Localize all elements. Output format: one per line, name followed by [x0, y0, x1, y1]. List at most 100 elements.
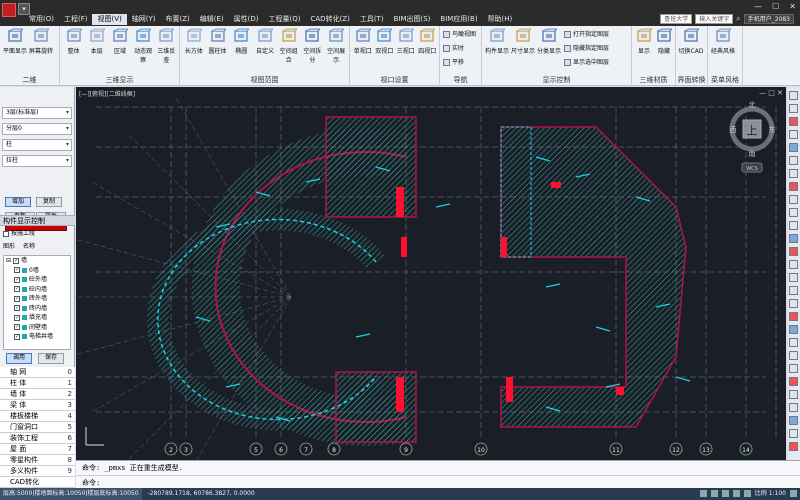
right-tool-icon[interactable]	[789, 234, 798, 243]
ribbon-button[interactable]: 构件显示	[484, 28, 510, 55]
search-icon[interactable]: ⌕	[736, 14, 740, 24]
project-checkbox-row[interactable]: 按施工段	[3, 228, 35, 237]
tree-checkbox[interactable]	[14, 275, 20, 284]
ribbon-button[interactable]: 椭圆	[229, 28, 253, 55]
ribbon-button[interactable]: 屏幕旋转	[28, 28, 54, 55]
component-type-select[interactable]: 柱	[2, 139, 72, 151]
ribbon-button[interactable]: 单视口	[352, 28, 374, 55]
tree-checkbox[interactable]	[14, 322, 20, 332]
category-item[interactable]: 梁 体 3	[0, 400, 75, 411]
command-input[interactable]: 命令:	[76, 475, 800, 489]
tree-item[interactable]: 0墙	[4, 265, 70, 276]
right-tool-icon[interactable]	[789, 91, 798, 100]
snap-icon[interactable]	[699, 490, 707, 497]
tree-item[interactable]: 砼外墙	[4, 275, 70, 285]
viewport-controls[interactable]: — □ ✕	[759, 89, 783, 97]
menu-item[interactable]: 视图(V)	[92, 14, 127, 25]
tree-item[interactable]: 砖外墙	[4, 294, 70, 304]
ribbon-button[interactable]: 三视口	[395, 28, 417, 55]
tree-item[interactable]: 砖内墙	[4, 303, 70, 314]
drawing-viewport[interactable]: 2 3 5 6 7 8 9 10 11 12 13 14 [—][俯视][二维线框] — □ ✕ 上 …	[76, 87, 786, 460]
right-tool-icon[interactable]	[789, 195, 798, 204]
tree-checkbox[interactable]	[14, 265, 20, 275]
right-tool-icon[interactable]	[789, 377, 798, 386]
ribbon-button[interactable]: 分类显示	[536, 28, 562, 55]
category-item[interactable]: 屋 面 7	[0, 444, 75, 455]
ribbon-button[interactable]: 平面显示	[2, 28, 28, 55]
menu-item[interactable]: 工程量(Q)	[264, 14, 306, 25]
tab-name[interactable]: 名称	[23, 241, 35, 250]
osnap-icon[interactable]	[743, 490, 751, 497]
ribbon-button[interactable]: 本层	[85, 28, 108, 55]
minimize-icon[interactable]: —	[754, 2, 762, 11]
ribbon-button[interactable]: 动态观察	[132, 28, 155, 64]
tree-item[interactable]: 填充墙	[4, 313, 70, 323]
ribbon-small-button[interactable]: 隐藏指定图层	[564, 43, 609, 52]
right-tool-icon[interactable]	[789, 130, 798, 139]
right-tool-icon[interactable]	[789, 182, 798, 191]
ribbon-button[interactable]: 三维反查	[155, 28, 178, 64]
ribbon-small-button[interactable]: 显示选中图层	[564, 57, 609, 66]
ribbon-button[interactable]: 双视口	[374, 28, 396, 55]
ribbon-button[interactable]: 整体	[62, 28, 85, 55]
menu-item[interactable]: 编辑(E)	[195, 14, 229, 25]
apply-button[interactable]: 调用	[6, 353, 32, 364]
right-tool-icon[interactable]	[789, 117, 798, 126]
tree-item[interactable]: 电梯井墙	[4, 332, 70, 342]
right-tool-icon[interactable]	[789, 286, 798, 295]
ortho-icon[interactable]	[721, 490, 729, 497]
user-name[interactable]: 手机用户_2083	[743, 14, 794, 24]
menu-item[interactable]: 布置(Z)	[161, 14, 195, 25]
right-tool-icon[interactable]	[789, 273, 798, 282]
ribbon-button[interactable]: 显示	[634, 28, 654, 55]
tree-checkbox[interactable]	[14, 332, 20, 341]
right-tool-icon[interactable]	[789, 338, 798, 347]
menu-item[interactable]: 轴网(Y)	[127, 14, 161, 25]
right-tool-icon[interactable]	[789, 156, 798, 165]
floor-select[interactable]: 3层(标准层)	[2, 107, 72, 119]
close-icon[interactable]: ✕	[789, 2, 796, 11]
category-item[interactable]: 装饰工程 6	[0, 433, 75, 444]
menu-item[interactable]: 工具(T)	[355, 14, 389, 25]
ribbon-small-button[interactable]: 鸟瞰视图	[443, 29, 476, 38]
category-item[interactable]: 零星构件 8	[0, 455, 75, 466]
right-tool-icon[interactable]	[789, 312, 798, 321]
right-tool-icon[interactable]	[789, 351, 798, 360]
right-tool-icon[interactable]	[789, 260, 798, 269]
menu-item[interactable]: 属性(D)	[229, 14, 264, 25]
category-item[interactable]: 楼板楼梯 4	[0, 411, 75, 422]
tree-checkbox[interactable]	[14, 294, 20, 303]
right-tool-icon[interactable]	[789, 364, 798, 373]
right-tool-icon[interactable]	[789, 143, 798, 152]
menu-item[interactable]: BIM出图(S)	[389, 14, 436, 25]
grid-icon[interactable]	[710, 490, 718, 497]
maximize-icon[interactable]: ☐	[772, 2, 779, 11]
right-tool-icon[interactable]	[789, 390, 798, 399]
right-tool-icon[interactable]	[789, 221, 798, 230]
copy-button[interactable]: 复制	[36, 197, 62, 207]
category-item[interactable]: 墙 体 2	[0, 389, 75, 400]
component-name-select[interactable]: 拉柱	[2, 155, 72, 167]
tree-checkbox[interactable]	[14, 313, 20, 322]
ribbon-button[interactable]: 空间组合	[277, 28, 301, 64]
category-item[interactable]: 柱 体 1	[0, 378, 75, 389]
scale-label[interactable]: 比例 1:100	[755, 488, 786, 500]
ribbon-small-button[interactable]: 实时	[443, 43, 464, 52]
category-item[interactable]: 多义构件 9	[0, 466, 75, 477]
ribbon-button[interactable]: 切换CAD	[678, 28, 704, 55]
menu-item[interactable]: BIM应用(B)	[435, 14, 482, 25]
right-tool-icon[interactable]	[789, 169, 798, 178]
viewport-label[interactable]: [—][俯视][二维线框]	[79, 89, 135, 98]
add-button[interactable]: 增加	[5, 197, 31, 207]
ribbon-button[interactable]: 隐藏	[654, 28, 674, 55]
ribbon-button[interactable]: 自定义	[253, 28, 277, 55]
right-tool-icon[interactable]	[789, 299, 798, 308]
ribbon-button[interactable]: 区域	[108, 28, 131, 55]
search-input[interactable]: 输入关键字	[695, 14, 734, 24]
category-item[interactable]: 轴 网 0	[0, 367, 75, 378]
menu-item[interactable]: 常用(O)	[24, 14, 59, 25]
settings-icon[interactable]	[790, 490, 797, 497]
right-tool-icon[interactable]	[789, 416, 798, 425]
tree-checkbox[interactable]	[12, 256, 19, 265]
tab-graph[interactable]: 图形	[3, 241, 15, 250]
